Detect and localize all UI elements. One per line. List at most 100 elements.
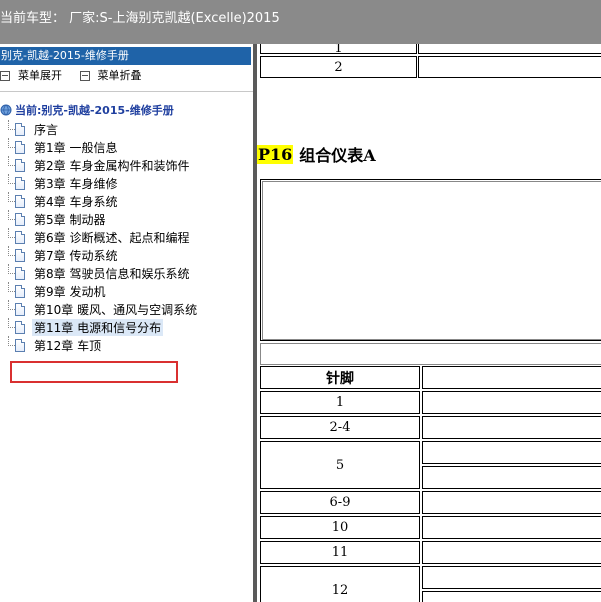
vehicle-model-title: 当前车型： 厂家:S-上海别克凯越(Excelle)2015 bbox=[0, 11, 280, 26]
expand-menu-button[interactable]: 菜单展开 bbox=[0, 68, 62, 84]
expand-icon bbox=[0, 71, 10, 81]
tree-connector bbox=[8, 120, 15, 130]
page-icon bbox=[15, 266, 25, 280]
toolbar-divider bbox=[0, 91, 253, 92]
page-icon bbox=[15, 284, 25, 298]
pin-row-blank bbox=[422, 391, 601, 414]
page-icon bbox=[15, 248, 25, 262]
pin-header-label: 针脚 bbox=[326, 370, 354, 387]
pin-table-header-blank bbox=[422, 366, 601, 389]
tree-toolbar: 菜单展开 菜单折叠 bbox=[0, 68, 156, 84]
tree-item-label: 第5章 制动器 bbox=[34, 212, 106, 227]
pin-number: 11 bbox=[331, 545, 349, 560]
page-icon bbox=[15, 338, 25, 352]
pin-row-number: 6-9 bbox=[260, 491, 420, 514]
manual-tab-header[interactable]: 别克-凯越-2015-维修手册 bbox=[0, 47, 251, 65]
root-globe-icon bbox=[0, 104, 12, 115]
tree-item-chapter-4[interactable]: 第4章 车身系统 bbox=[8, 192, 197, 210]
tree-item-label: 第2章 车身金属构件和装饰件 bbox=[34, 158, 190, 173]
tree-item-chapter-11[interactable]: 第11章 电源和信号分布 bbox=[8, 318, 197, 336]
pin-row-blank bbox=[422, 541, 601, 564]
navigation-pane: 别克-凯越-2015-维修手册 菜单展开 菜单折叠 当前:别克-凯越-2015-… bbox=[0, 44, 253, 602]
pin-row-number: 2-4 bbox=[260, 416, 420, 439]
collapse-icon bbox=[79, 71, 90, 81]
tree-connector bbox=[8, 264, 15, 274]
page-icon bbox=[15, 302, 25, 316]
tree-item-label: 第12章 车顶 bbox=[34, 338, 102, 353]
tree-item-label: 第4章 车身系统 bbox=[34, 194, 118, 209]
tree-item-chapter-10[interactable]: 第10章 暖风、通风与空调系统 bbox=[8, 300, 197, 318]
pin-row-blank bbox=[422, 591, 601, 602]
tree-item-label: 第7章 传动系统 bbox=[34, 248, 118, 263]
tree-item-label: 第3章 车身维修 bbox=[34, 176, 118, 191]
connector-code: P16 bbox=[257, 144, 294, 164]
page-icon bbox=[15, 122, 25, 136]
tree-connector bbox=[8, 210, 15, 220]
pin-row-number: 10 bbox=[260, 516, 420, 539]
tree-connector bbox=[8, 156, 15, 166]
pin-number: 2-4 bbox=[329, 420, 351, 435]
diagram-frame bbox=[262, 181, 601, 340]
page-icon bbox=[15, 158, 25, 172]
pin-row-blank bbox=[422, 466, 601, 489]
connector-diagram-area bbox=[260, 179, 601, 341]
tree-item-label: 第8章 驾驶员信息和娱乐系统 bbox=[34, 266, 190, 281]
pin-number: 10 bbox=[331, 520, 349, 535]
page-icon bbox=[15, 212, 25, 226]
pin-number: 6-9 bbox=[329, 495, 351, 510]
tree-item-chapter-8[interactable]: 第8章 驾驶员信息和娱乐系统 bbox=[8, 264, 197, 282]
page-icon bbox=[15, 176, 25, 190]
selection-highlight-box bbox=[10, 361, 178, 383]
connector-name: 组合仪表A bbox=[299, 146, 376, 165]
pin-row-blank bbox=[422, 516, 601, 539]
tree-item-chapter-6[interactable]: 第6章 诊断概述、起点和编程 bbox=[8, 228, 197, 246]
tree-item-preface[interactable]: 序言 bbox=[8, 120, 197, 138]
tree-item-label: 序言 bbox=[34, 122, 59, 137]
page-icon bbox=[15, 320, 25, 334]
tree-connector bbox=[8, 318, 15, 328]
pin-row-number: 5 bbox=[260, 441, 420, 489]
tree-connector bbox=[8, 228, 15, 238]
tree-item-chapter-1[interactable]: 第1章 一般信息 bbox=[8, 138, 197, 156]
pin-table-header: 针脚 bbox=[260, 366, 420, 389]
page-icon bbox=[15, 140, 25, 154]
collapse-menu-button[interactable]: 菜单折叠 bbox=[79, 68, 142, 84]
tree-root[interactable]: 当前:别克-凯越-2015-维修手册 bbox=[0, 101, 174, 118]
pin-row-blank bbox=[422, 441, 601, 464]
tree-connector bbox=[8, 192, 15, 202]
pin-row-number: 1 bbox=[260, 391, 420, 414]
top-table-value: 2 bbox=[334, 59, 343, 75]
tree-item-label: 第11章 电源和信号分布 bbox=[32, 318, 164, 336]
document-content: 1 2 P16 组合仪表A 针脚 1 2-4 5 6-9 10 11 12 bbox=[257, 44, 601, 602]
tree-item-label: 第9章 发动机 bbox=[34, 284, 106, 299]
tree-item-chapter-9[interactable]: 第9章 发动机 bbox=[8, 282, 197, 300]
pin-row-blank bbox=[422, 566, 601, 589]
tree-connector bbox=[8, 138, 15, 148]
manual-tab-title: 别克-凯越-2015-维修手册 bbox=[1, 49, 129, 62]
tree-connector bbox=[8, 282, 15, 292]
pin-number: 12 bbox=[331, 582, 349, 598]
page-icon bbox=[15, 230, 25, 244]
tree-connector bbox=[8, 246, 15, 256]
tree-connector bbox=[8, 300, 15, 310]
collapse-menu-label: 菜单折叠 bbox=[97, 69, 142, 82]
top-table-cell-row1: 1 bbox=[260, 44, 417, 56]
table-spacer-row bbox=[260, 343, 601, 365]
pin-row-number: 12 bbox=[260, 566, 420, 602]
chapter-tree: 序言 第1章 一般信息 第2章 车身金属构件和装饰件 第3章 车身维修 第4章 … bbox=[8, 120, 197, 354]
tree-item-label: 第1章 一般信息 bbox=[34, 140, 118, 155]
tree-item-chapter-5[interactable]: 第5章 制动器 bbox=[8, 210, 197, 228]
pin-number: 1 bbox=[335, 395, 345, 410]
tree-item-chapter-12[interactable]: 第12章 车顶 bbox=[8, 336, 197, 354]
tree-item-chapter-3[interactable]: 第3章 车身维修 bbox=[8, 174, 197, 192]
page-icon bbox=[15, 194, 25, 208]
tree-item-chapter-7[interactable]: 第7章 传动系统 bbox=[8, 246, 197, 264]
tree-connector bbox=[8, 336, 15, 346]
expand-menu-label: 菜单展开 bbox=[18, 69, 62, 82]
top-table-cell-blank bbox=[418, 44, 601, 54]
pin-row-number: 11 bbox=[260, 541, 420, 564]
top-table-cell-blank bbox=[418, 56, 601, 78]
tree-item-label: 第10章 暖风、通风与空调系统 bbox=[34, 302, 198, 317]
tree-item-chapter-2[interactable]: 第2章 车身金属构件和装饰件 bbox=[8, 156, 197, 174]
tree-item-label: 第6章 诊断概述、起点和编程 bbox=[34, 230, 190, 245]
